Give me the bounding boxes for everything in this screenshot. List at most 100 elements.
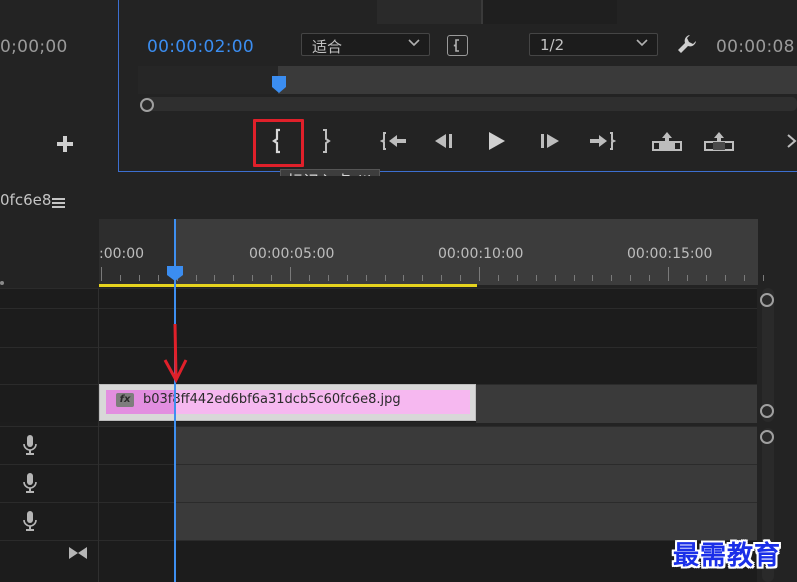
zoom-level-select[interactable]: 适合: [301, 33, 430, 56]
chevron-down-icon: [408, 39, 420, 47]
red-arrow-annotation: [162, 322, 190, 390]
clip-name: b03f8ff442ed6bf6a31dcb5c60fc6e8.jpg: [143, 392, 401, 407]
ruler-tick: [686, 275, 688, 281]
step-forward-button[interactable]: [538, 122, 568, 162]
fx-badge: fx: [116, 393, 134, 407]
ruler-tick: [271, 275, 273, 281]
video-track-v4[interactable]: [0, 288, 757, 308]
step-back-icon: [435, 134, 452, 148]
ruler-tick: [762, 275, 764, 281]
panel-menu-button[interactable]: [52, 194, 66, 213]
scrollbar-left-handle[interactable]: [140, 98, 154, 112]
work-area-bar[interactable]: [99, 284, 477, 287]
audio-scroll-handle-top[interactable]: [760, 430, 774, 444]
ruler-tick: [422, 275, 424, 281]
ruler-tick: [346, 275, 348, 281]
duration-timecode: 00:00:08: [716, 37, 795, 57]
chevron-right-icon: [787, 134, 797, 148]
wrench-button[interactable]: [676, 33, 698, 59]
bowtie-icon: [69, 547, 87, 559]
ruler-tick: [308, 275, 310, 281]
ruler-tick: [460, 275, 462, 281]
scroll-handle-top[interactable]: [760, 293, 774, 307]
ruler-tick: [365, 275, 367, 281]
play-button[interactable]: [485, 122, 515, 162]
scroll-handle-bottom[interactable]: [760, 404, 774, 418]
settings-bracket-button[interactable]: [447, 35, 468, 56]
go-to-out-button[interactable]: [588, 122, 618, 162]
ruler-tick: [195, 275, 197, 281]
timeline-playhead[interactable]: [166, 265, 184, 287]
monitor-zoom-scrollbar[interactable]: [143, 97, 797, 111]
video-track-v2[interactable]: [0, 347, 757, 384]
ruler-tick: [516, 275, 518, 281]
monitor-playhead[interactable]: [271, 75, 287, 99]
voiceover-record-button[interactable]: [22, 510, 38, 536]
ruler-tick: [649, 275, 651, 281]
source-timecode[interactable]: 0;00;00: [0, 37, 68, 57]
go-to-out-icon: [590, 132, 617, 150]
current-timecode[interactable]: 00:00:02:00: [147, 37, 254, 57]
ruler-tick: [233, 275, 235, 281]
ruler-tick: [403, 275, 405, 281]
ruler-tick: [630, 275, 632, 281]
resolution-value: 1/2: [540, 36, 565, 54]
ruler-tick: [101, 267, 102, 281]
extract-icon: [704, 132, 734, 151]
video-track-v3[interactable]: [0, 308, 757, 347]
playback-resolution-select[interactable]: 1/2: [529, 33, 658, 56]
ruler-tick: [554, 275, 556, 281]
source-panel: 0;00;00: [0, 0, 118, 174]
ruler-tick: [138, 275, 140, 281]
microphone-icon: [23, 435, 37, 455]
ruler-tick: [497, 275, 499, 281]
master-panner-button[interactable]: [68, 545, 88, 564]
ruler-tick: [157, 275, 159, 281]
timeline-time-ruler[interactable]: :00:00 00:00:05:00 00:00:10:00 00:00:15:…: [99, 219, 764, 285]
wrench-icon: [678, 35, 696, 53]
ruler-tick: [535, 275, 537, 281]
ruler-tick: [441, 275, 443, 281]
voiceover-record-button[interactable]: [22, 434, 38, 460]
ruler-label: :00:00: [99, 246, 145, 262]
step-forward-icon: [541, 134, 559, 148]
voiceover-record-button[interactable]: [22, 472, 38, 498]
ruler-tick: [290, 267, 291, 281]
more-controls-button[interactable]: [785, 122, 797, 162]
ruler-tick: [479, 267, 480, 281]
timeline-clip[interactable]: fx b03f8ff442ed6bf6a31dcb5c60fc6e8.jpg: [99, 384, 476, 421]
arrow-down-icon: [163, 323, 188, 384]
add-button[interactable]: [55, 134, 75, 158]
mark-out-button[interactable]: [310, 122, 340, 162]
playhead-icon: [167, 266, 183, 281]
audio-track-a1[interactable]: [0, 426, 757, 465]
bracket-icon: [453, 39, 459, 52]
ruler-label: 00:00:15:00: [627, 246, 713, 262]
chevron-down-icon: [636, 39, 648, 47]
ruler-tick: [214, 275, 216, 281]
mark-in-highlight: [253, 119, 304, 167]
step-back-button[interactable]: [431, 122, 461, 162]
ruler-tick: [573, 275, 575, 281]
ruler-tick: [743, 275, 745, 281]
monitor-time-ruler[interactable]: [138, 66, 797, 94]
go-to-in-button[interactable]: [380, 122, 410, 162]
playhead-icon: [272, 76, 286, 93]
ruler-tick: [724, 275, 726, 281]
ruler-label: 00:00:05:00: [249, 246, 335, 262]
ruler-tick: [119, 275, 121, 281]
lift-button[interactable]: [651, 122, 683, 162]
microphone-icon: [23, 511, 37, 531]
sequence-tab-title[interactable]: 0fc6e8: [0, 191, 51, 209]
ruler-tick: [252, 275, 254, 281]
audio-master-track: [0, 540, 757, 582]
ruler-tick: [384, 275, 386, 281]
watermark-logo: 最需教育: [673, 541, 782, 571]
plus-icon: [57, 136, 73, 152]
audio-track-a3[interactable]: [0, 502, 757, 541]
ruler-tick: [611, 275, 613, 281]
ruler-tick: [668, 267, 669, 281]
extract-button[interactable]: [703, 122, 735, 162]
audio-track-a2[interactable]: [0, 464, 757, 503]
zoom-level-value: 适合: [312, 38, 343, 56]
